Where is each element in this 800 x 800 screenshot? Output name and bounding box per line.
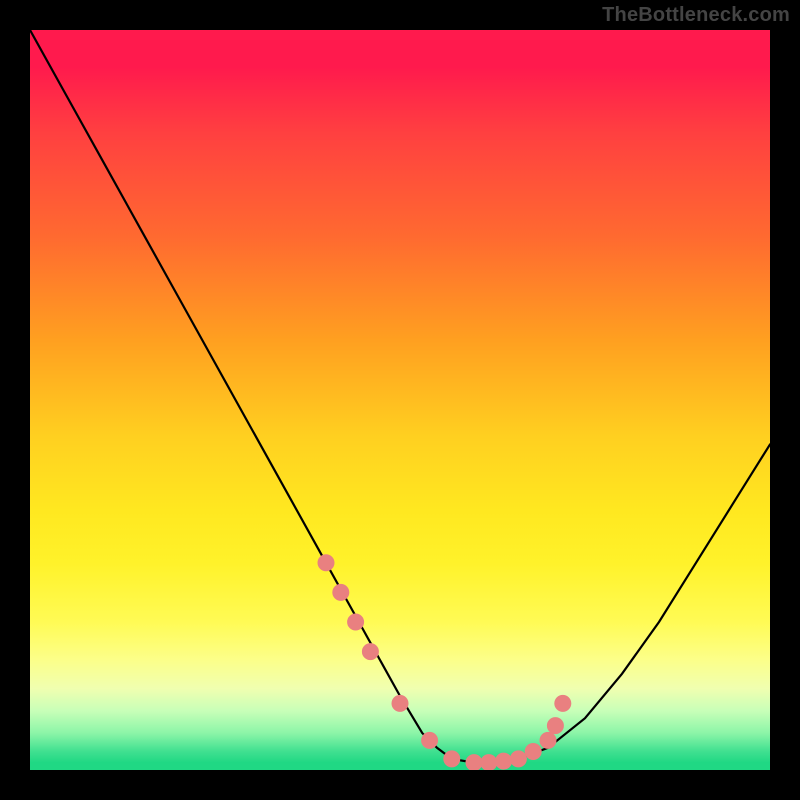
highlight-dot	[540, 732, 556, 748]
highlight-dot	[444, 751, 460, 767]
highlight-dot	[547, 718, 563, 734]
highlight-dot	[555, 695, 571, 711]
highlight-dot	[392, 695, 408, 711]
curve-layer	[30, 30, 770, 770]
highlight-dot	[362, 644, 378, 660]
watermark-text: TheBottleneck.com	[602, 4, 790, 27]
highlight-dot	[510, 751, 526, 767]
highlight-dot	[318, 555, 334, 571]
highlight-dots-group	[318, 555, 571, 770]
highlight-dot	[466, 755, 482, 770]
bottleneck-curve	[30, 30, 770, 763]
highlight-dot	[348, 614, 364, 630]
chart-frame: TheBottleneck.com	[0, 0, 800, 800]
plot-area	[30, 30, 770, 770]
highlight-dot	[422, 732, 438, 748]
highlight-dot	[481, 755, 497, 770]
highlight-dot	[496, 753, 512, 769]
highlight-dot	[333, 584, 349, 600]
highlight-dot	[525, 744, 541, 760]
